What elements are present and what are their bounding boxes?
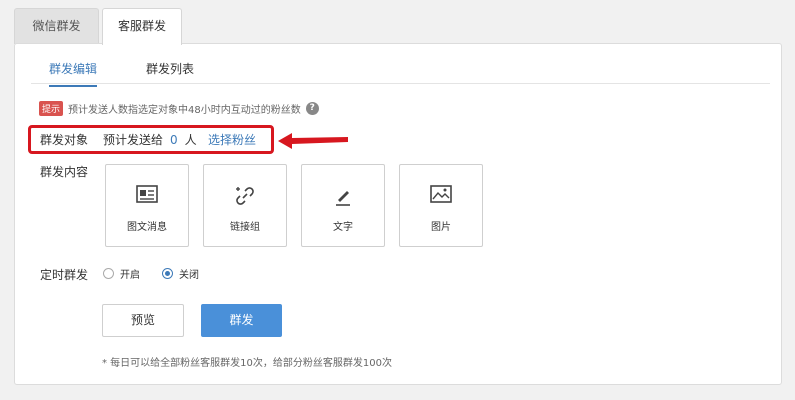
timer-label: 定时群发 [40, 268, 89, 282]
target-label: 群发对象 [40, 133, 89, 147]
main-panel: 群发编辑 群发列表 提示 预计发送人数指选定对象中48小时内互动过的粉丝数 ? … [14, 43, 782, 385]
timer-on-radio[interactable]: 开启 [103, 266, 140, 281]
target-estimate: 预计发送给 0 人 [103, 131, 197, 148]
estimate-prefix: 预计发送给 [103, 133, 164, 147]
radio-dot [103, 268, 114, 279]
link-icon [204, 185, 286, 207]
question-circle-icon[interactable]: ? [305, 101, 319, 115]
card-label: 图片 [431, 222, 451, 233]
select-fans-link[interactable]: 选择粉丝 [208, 131, 256, 148]
tab-wechat-broadcast[interactable]: 微信群发 [14, 8, 99, 44]
news-icon [106, 185, 188, 207]
tip-badge: 提示 [39, 100, 64, 116]
image-icon [400, 185, 482, 207]
card-image[interactable]: 图片 [399, 164, 483, 247]
sub-tab-bar: 群发编辑 群发列表 [31, 54, 770, 87]
card-text[interactable]: 文字 [301, 164, 385, 247]
preview-button[interactable]: 预览 [102, 304, 184, 337]
tab-customer-service-broadcast[interactable]: 客服群发 [102, 8, 182, 45]
radio-label: 开启 [120, 270, 140, 281]
recipient-unit: 人 [184, 133, 197, 147]
pencil-icon [302, 185, 384, 207]
card-news[interactable]: 图文消息 [105, 164, 189, 247]
card-label: 文字 [333, 222, 353, 233]
tip-text: 预计发送人数指选定对象中48小时内互动过的粉丝数 [68, 104, 301, 116]
tab-broadcast-edit[interactable]: 群发编辑 [49, 60, 98, 87]
tip-row: 提示 预计发送人数指选定对象中48小时内互动过的粉丝数 ? [39, 100, 319, 116]
card-label: 图文消息 [127, 222, 167, 233]
card-label: 链接组 [230, 222, 260, 233]
card-link-group[interactable]: 链接组 [203, 164, 287, 247]
footnote: * 每日可以给全部粉丝客服群发10次，给部分粉丝客服群发100次 [102, 358, 392, 369]
timer-off-radio[interactable]: 关闭 [162, 266, 199, 281]
recipient-count: 0 [170, 132, 178, 147]
radio-label: 关闭 [179, 270, 199, 281]
radio-dot [162, 268, 173, 279]
content-label: 群发内容 [40, 165, 89, 179]
red-arrow-icon [278, 133, 348, 149]
tab-broadcast-list[interactable]: 群发列表 [146, 60, 194, 77]
send-button[interactable]: 群发 [201, 304, 282, 337]
